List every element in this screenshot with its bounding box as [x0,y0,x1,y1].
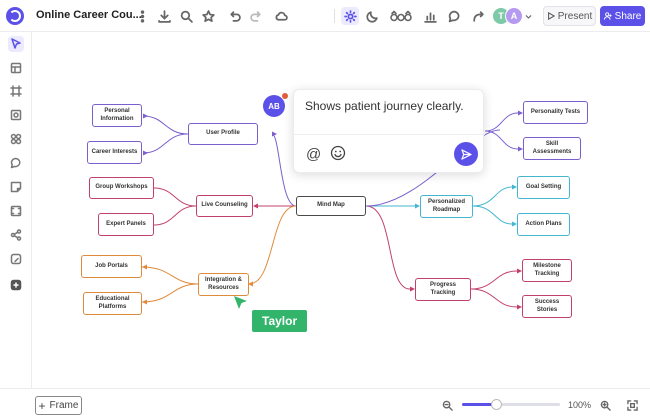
node-action-plans[interactable]: Action Plans [517,213,570,236]
share-button[interactable]: Share [600,6,645,26]
zoom-level: 100% [568,400,592,410]
node-integration-resources[interactable]: Integration & Resources [198,273,249,296]
comment-author-avatar[interactable]: AB [263,95,285,117]
comment-divider [294,134,485,135]
mindmap-icon[interactable] [8,227,24,243]
node-goal-setting[interactable]: Goal Setting [517,176,570,199]
cloud-icon[interactable] [273,8,289,24]
left-toolbar [0,32,32,388]
comment-tool-icon[interactable] [8,155,24,171]
star-icon[interactable] [200,8,216,24]
collaborator-cursor-icon [234,296,247,309]
node-job-portals[interactable]: Job Portals [81,255,142,278]
redo-icon[interactable] [248,8,264,24]
sticky-note-icon[interactable] [8,179,24,195]
zoom-out-icon[interactable] [440,398,454,412]
connector-icon[interactable] [470,8,486,24]
more-vertical-icon[interactable] [134,8,150,24]
share-label: Share [614,10,642,22]
top-toolbar: Online Career Cou... T A Present Share [0,0,650,32]
sun-icon[interactable] [341,7,359,25]
toolbar-divider [334,9,335,23]
frame-label: Frame [49,400,79,411]
fit-screen-icon[interactable] [625,398,639,412]
moon-icon[interactable] [364,8,380,24]
comment-icon[interactable] [446,8,462,24]
embed-icon[interactable] [8,251,24,267]
send-icon [460,148,472,160]
undo-icon[interactable] [226,8,242,24]
play-icon [547,12,555,20]
template-icon[interactable] [8,60,24,76]
node-mind-map[interactable]: Mind Map [296,196,366,216]
present-label: Present [557,10,593,22]
plugin-icon[interactable] [8,277,24,293]
component-icon[interactable] [8,131,24,147]
chevron-down-icon[interactable] [523,8,533,24]
unread-indicator [282,93,288,99]
node-personalized-roadmap[interactable]: Personalized Roadmap [420,195,473,218]
node-live-counseling[interactable]: Live Counseling [196,195,253,217]
app-logo-icon[interactable] [6,7,24,25]
node-expert-panels[interactable]: Expert Panels [98,213,154,236]
user-add-icon [603,12,612,20]
collaborator-cursor-label: Taylor [252,310,308,332]
node-milestone-tracking[interactable]: Milestone Tracking [522,259,572,282]
search-icon[interactable] [178,8,194,24]
comment-popup: Shows patient journey clearly. @ [293,89,485,173]
comment-text[interactable]: Shows patient journey clearly. [305,99,464,113]
node-career-interests[interactable]: Career Interests [87,141,142,164]
document-title[interactable]: Online Career Cou... [36,9,142,21]
collaborator-avatar-a[interactable]: A [505,7,523,25]
present-button[interactable]: Present [543,6,596,26]
emoji-icon[interactable] [330,145,346,161]
node-user-profile[interactable]: User Profile [188,123,258,145]
node-educational-platforms[interactable]: Educational Platforms [83,292,142,315]
image-icon[interactable] [8,203,24,219]
shape-icon[interactable] [8,107,24,123]
zoom-slider[interactable] [462,399,560,410]
node-personal-information[interactable]: Personal Information [92,104,142,127]
pointer-icon[interactable] [8,36,24,52]
shapes-icon[interactable] [390,8,412,24]
download-icon[interactable] [156,8,172,24]
node-group-workshops[interactable]: Group Workshops [89,177,154,199]
frame-icon[interactable] [8,83,24,99]
send-button[interactable] [454,142,478,166]
plus-icon: + [38,398,46,413]
zoom-in-icon[interactable] [598,398,612,412]
mention-icon[interactable]: @ [306,146,321,163]
chart-icon[interactable] [422,8,438,24]
frame-button[interactable]: + Frame [35,396,82,415]
node-personality-tests[interactable]: Personality Tests [523,101,588,124]
node-progress-tracking[interactable]: Progress Tracking [415,278,471,301]
node-skill-assessments[interactable]: Skill Assessments [523,137,581,160]
node-success-stories[interactable]: Success Stories [522,295,572,318]
